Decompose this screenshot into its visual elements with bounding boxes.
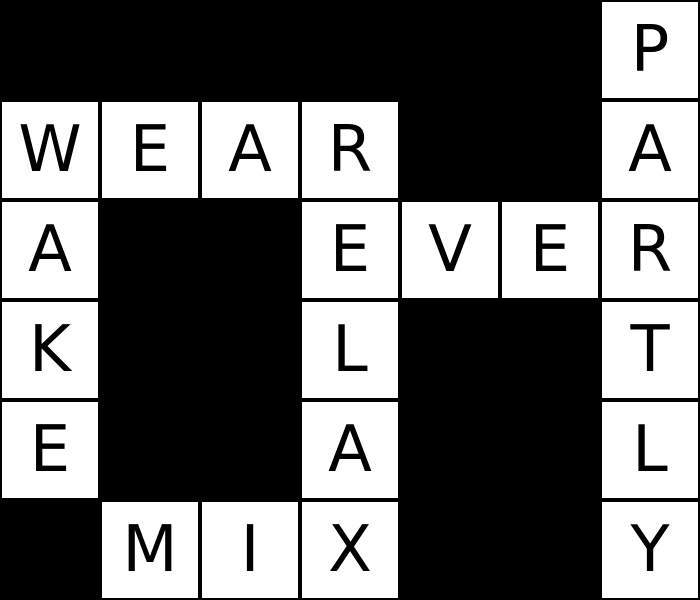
letter-cell-r5-c2[interactable]: I: [200, 500, 300, 600]
black-square: [0, 0, 100, 100]
letter-cell-r5-c3[interactable]: X: [300, 500, 400, 600]
letter-cell-r2-c5[interactable]: E: [500, 200, 600, 300]
black-square: [500, 500, 600, 600]
black-square: [400, 100, 500, 200]
black-square: [200, 0, 300, 100]
black-square: [500, 0, 600, 100]
letter-cell-r0-c6[interactable]: P: [600, 0, 700, 100]
black-square: [400, 0, 500, 100]
black-square: [200, 400, 300, 500]
black-square: [400, 300, 500, 400]
letter-cell-r1-c6[interactable]: A: [600, 100, 700, 200]
letter-cell-r3-c6[interactable]: T: [600, 300, 700, 400]
black-square: [100, 0, 200, 100]
crossword-grid: PWEARAAEVERKLTEALMIXY: [0, 0, 700, 600]
letter-cell-r3-c0[interactable]: K: [0, 300, 100, 400]
letter-cell-r4-c6[interactable]: L: [600, 400, 700, 500]
letter-cell-r4-c3[interactable]: A: [300, 400, 400, 500]
letter-cell-r2-c3[interactable]: E: [300, 200, 400, 300]
black-square: [100, 200, 200, 300]
letter-cell-r2-c0[interactable]: A: [0, 200, 100, 300]
letter-cell-r2-c4[interactable]: V: [400, 200, 500, 300]
letter-cell-r5-c6[interactable]: Y: [600, 500, 700, 600]
letter-cell-r1-c2[interactable]: A: [200, 100, 300, 200]
letter-cell-r5-c1[interactable]: M: [100, 500, 200, 600]
black-square: [500, 300, 600, 400]
black-square: [0, 500, 100, 600]
black-square: [200, 200, 300, 300]
black-square: [200, 300, 300, 400]
letter-cell-r1-c1[interactable]: E: [100, 100, 200, 200]
letter-cell-r2-c6[interactable]: R: [600, 200, 700, 300]
black-square: [100, 300, 200, 400]
black-square: [300, 0, 400, 100]
letter-cell-r1-c0[interactable]: W: [0, 100, 100, 200]
letter-cell-r3-c3[interactable]: L: [300, 300, 400, 400]
letter-cell-r4-c0[interactable]: E: [0, 400, 100, 500]
black-square: [500, 400, 600, 500]
black-square: [500, 100, 600, 200]
black-square: [100, 400, 200, 500]
black-square: [400, 400, 500, 500]
black-square: [400, 500, 500, 600]
letter-cell-r1-c3[interactable]: R: [300, 100, 400, 200]
